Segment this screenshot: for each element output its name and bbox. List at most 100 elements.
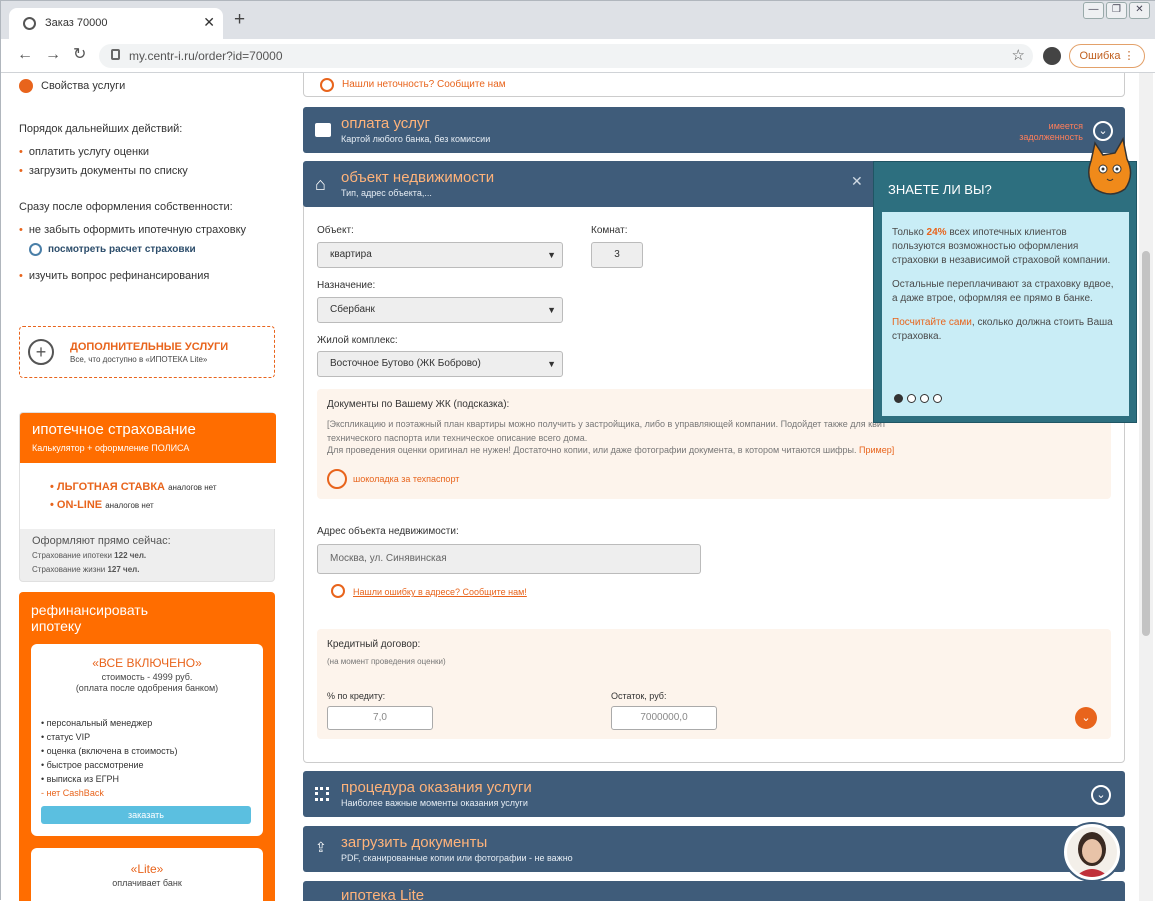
- feature-item: • персональный менеджер: [41, 718, 153, 728]
- bookmark-star-icon[interactable]: ☆: [1012, 46, 1025, 64]
- feature-item: • статус VIP: [41, 732, 91, 742]
- panel-procedure[interactable]: процедура оказания услуги Наиболее важны…: [303, 771, 1125, 817]
- restore-icon[interactable]: ❐: [1106, 2, 1127, 19]
- after-title: Сразу после оформления собственности:: [19, 201, 233, 213]
- scrollbar-thumb[interactable]: [1142, 251, 1150, 636]
- popup-calc-link[interactable]: Посчитайте сами: [892, 317, 972, 328]
- package-title: «ВСЕ ВКЛЮЧЕНО»: [92, 656, 202, 670]
- reload-icon[interactable]: ↻: [73, 46, 86, 64]
- popup-body: Только 24% всех ипотечных клиентов польз…: [882, 212, 1129, 416]
- panel-payment[interactable]: оплата услуг Картой любого банка, без ко…: [303, 107, 1125, 153]
- package-features: • персональный менеджер • статус VIP • о…: [41, 716, 177, 800]
- insurance-rate-label: ЛЬГОТНАЯ СТАВКА: [56, 481, 166, 493]
- new-tab-icon[interactable]: +: [234, 10, 245, 29]
- minimize-icon[interactable]: —: [1083, 2, 1104, 19]
- feature-label: выписка из ЕГРН: [46, 774, 119, 784]
- complex-select[interactable]: Восточное Бутово (ЖК Боброво) ▼: [317, 351, 563, 377]
- after-insurance-link[interactable]: не забыть оформить ипотечную страховку: [19, 224, 246, 236]
- after-refi-link[interactable]: изучить вопрос рефинансирования: [19, 270, 209, 282]
- after-insurance-label: не забыть оформить ипотечную страховку: [28, 224, 247, 236]
- order-button[interactable]: заказать: [41, 806, 251, 824]
- insurance-body: [20, 463, 276, 529]
- address-field[interactable]: Москва, ул. Синявинская: [317, 544, 701, 574]
- tab-title: Заказ 70000: [45, 17, 108, 29]
- rooms-label: Комнат:: [591, 225, 628, 236]
- close-icon[interactable]: ✕: [851, 173, 863, 190]
- insurance-bullet-online: • ON-LINE аналогов нет: [50, 499, 154, 511]
- popup-pager: [894, 394, 942, 403]
- complex-label: Жилой комплекс:: [317, 335, 398, 346]
- calc-icon: [29, 243, 42, 256]
- procedure-subtitle: Наиболее важные моменты оказания услуги: [341, 798, 528, 808]
- address-error-link[interactable]: Нашли ошибку в адресе? Сообщите нам!: [353, 587, 527, 597]
- lock-icon: [111, 49, 120, 60]
- calc-link[interactable]: посмотреть расчет страховки: [48, 244, 196, 255]
- docs-line: технического паспорта или техническое оп…: [327, 433, 588, 443]
- extra-services-box[interactable]: + ДОПОЛНИТЕЛЬНЫЕ УСЛУГИ Все, что доступн…: [19, 326, 275, 378]
- docs-link[interactable]: шоколадка за техпаспорт: [353, 474, 459, 484]
- extra-title: ДОПОЛНИТЕЛЬНЫЕ УСЛУГИ: [70, 341, 229, 353]
- rate-label: % по кредиту:: [327, 691, 386, 701]
- feature-item: • оценка (включена в стоимость): [41, 746, 178, 756]
- chevron-down-icon[interactable]: ⌄: [1091, 785, 1111, 805]
- rest-input[interactable]: 7000000,0: [611, 706, 717, 730]
- refinance-package: «ВСЕ ВКЛЮЧЕНО» стоимость - 4999 руб. (оп…: [31, 644, 263, 836]
- docs-line: Для проведения оценки оригинал не нужен!…: [327, 445, 857, 455]
- payment-subtitle: Картой любого банка, без комиссии: [341, 134, 491, 144]
- now-life-value: 127 чел.: [107, 565, 140, 574]
- refinance-title: рефинансировать ипотеку: [31, 602, 149, 634]
- url-text: my.centr-i.ru/order?id=70000: [129, 49, 283, 63]
- account-icon[interactable]: [1043, 47, 1061, 65]
- top-error-link[interactable]: Нашли неточность? Сообщите нам: [342, 79, 506, 90]
- next-step-pay[interactable]: оплатить услугу оценки: [19, 146, 149, 158]
- popup-p2: Остальные переплачивают за страховку вдв…: [892, 279, 1114, 304]
- credit-subtitle: (на момент проведения оценки): [327, 657, 446, 666]
- docs-text: [Экспликацию и поэтажный план квартиры м…: [327, 417, 887, 445]
- avatar-photo-icon: [1067, 827, 1117, 877]
- window-controls: — ❐ ✕: [1083, 2, 1150, 24]
- lite-package: «Lite» оплачивает банк: [31, 848, 263, 901]
- feature-item: • быстрое рассмотрение: [41, 760, 144, 770]
- lite-title: «Lite»: [130, 862, 164, 876]
- docs-line-3: Для проведения оценки оригинал не нужен!…: [327, 445, 894, 455]
- insurance-card[interactable]: ипотечное страхование Калькулятор + офор…: [19, 412, 276, 582]
- rate-input[interactable]: 7,0: [327, 706, 433, 730]
- next-step-upload[interactable]: загрузить документы по списку: [19, 165, 188, 177]
- package-payment: (оплата после одобрения банком): [75, 683, 219, 693]
- back-icon[interactable]: ←: [17, 46, 33, 64]
- docs-example-link[interactable]: Пример]: [859, 445, 894, 455]
- now-title: Оформляют прямо сейчас:: [32, 535, 171, 547]
- pager-dot[interactable]: [907, 394, 916, 403]
- rooms-field[interactable]: 3: [591, 242, 643, 268]
- payment-title: оплата услуг: [341, 115, 430, 132]
- globe-icon: [23, 17, 36, 30]
- feature-label: персональный менеджер: [46, 718, 153, 728]
- pager-dot[interactable]: [894, 394, 903, 403]
- pager-dot[interactable]: [933, 394, 942, 403]
- feature-item: • выписка из ЕГРН: [41, 774, 119, 784]
- panel-lite[interactable]: ипотека Lite: [303, 881, 1125, 901]
- close-window-icon[interactable]: ✕: [1129, 2, 1150, 19]
- expand-icon[interactable]: ⌄: [1075, 707, 1097, 729]
- purpose-value: Сбербанк: [330, 304, 375, 315]
- insurance-title: ипотечное страхование: [32, 421, 196, 438]
- next-steps-title: Порядок дальнейших действий:: [19, 123, 183, 135]
- address-label: Адрес объекта недвижимости:: [317, 526, 459, 537]
- panel-upload[interactable]: ⇪ загрузить документы PDF, сканированные…: [303, 826, 1125, 872]
- browser-tab[interactable]: Заказ 70000 ✕: [9, 8, 223, 39]
- next-step-pay-label: оплатить услугу оценки: [28, 146, 150, 158]
- lite-panel-title: ипотека Lite: [341, 887, 425, 901]
- insurance-rate-note: аналогов нет: [168, 483, 217, 492]
- address-bar[interactable]: my.centr-i.ru/order?id=70000 ☆: [99, 44, 1033, 68]
- purpose-select[interactable]: Сбербанк ▼: [317, 297, 563, 323]
- object-select[interactable]: квартира ▼: [317, 242, 563, 268]
- now-life: Страхование жизни 127 чел.: [32, 565, 139, 574]
- support-avatar[interactable]: [1064, 824, 1120, 880]
- pager-dot[interactable]: [920, 394, 929, 403]
- props-link[interactable]: Свойства услуги: [41, 80, 125, 92]
- forward-icon[interactable]: →: [45, 46, 61, 64]
- did-you-know-popup: ЗНАЕТЕ ЛИ ВЫ? Только 24% всех ипотечных …: [873, 161, 1137, 423]
- error-button[interactable]: Ошибка ⋮: [1069, 44, 1145, 68]
- close-tab-icon[interactable]: ✕: [203, 14, 215, 31]
- card-icon: [315, 123, 331, 137]
